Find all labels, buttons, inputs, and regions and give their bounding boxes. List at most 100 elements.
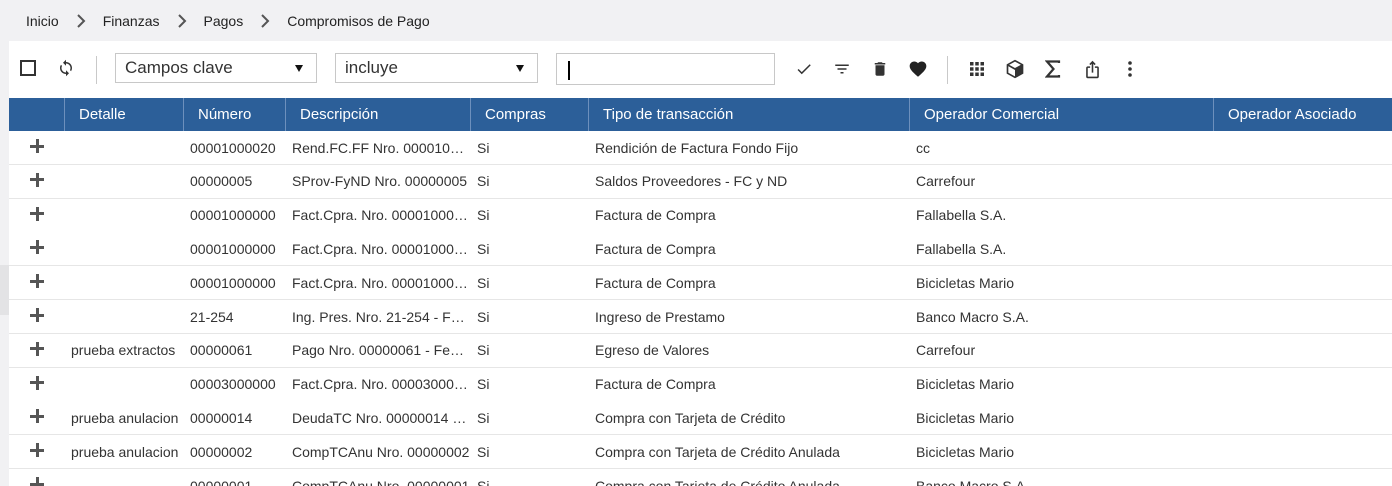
expand-plus-icon[interactable]: [30, 308, 44, 322]
column-header-detalle[interactable]: Detalle: [64, 98, 183, 131]
expand-plus-icon[interactable]: [30, 172, 44, 187]
cell-tipo: Compra con Tarjeta de Crédito: [588, 401, 909, 434]
dropdown-arrow-icon: [295, 65, 303, 72]
cell-operador-asociado: [1213, 266, 1392, 299]
breadcrumb-pagos[interactable]: Pagos: [204, 13, 244, 29]
operator-select-value: incluye: [345, 58, 398, 77]
check-icon[interactable]: [794, 59, 814, 79]
breadcrumb: Inicio Finanzas Pagos Compromisos de Pag…: [26, 0, 430, 42]
cell-descripcion: Fact.Cpra. Nro. 00001000000: [285, 232, 470, 265]
cell-operador-comercial: Carrefour: [909, 165, 1213, 198]
breadcrumb-finanzas[interactable]: Finanzas: [103, 13, 160, 29]
cell-operador-comercial: Bicicletas Mario: [909, 401, 1213, 434]
cell-tipo-text: Factura de Compra: [595, 240, 716, 257]
cell-descripcion: CompTCAnu Nro. 00000002: [285, 435, 470, 468]
share-icon[interactable]: [1081, 58, 1103, 80]
breadcrumb-inicio[interactable]: Inicio: [26, 13, 59, 29]
cell-detalle: prueba anulacion: [64, 401, 183, 434]
cell-tipo: Factura de Compra: [588, 232, 909, 265]
operator-select[interactable]: incluye: [335, 53, 538, 83]
table-row[interactable]: 00001000000 Fact.Cpra. Nro. 00001000000 Si…: [9, 198, 1392, 233]
column-header-descripcion[interactable]: Descripción: [285, 98, 470, 131]
cell-descripcion: Ing. Pres. Nro. 21-254 - Fecha: [285, 300, 470, 333]
cell-tipo: Compra con Tarjeta de Crédito Anulada: [588, 469, 909, 486]
sigma-icon[interactable]: [1043, 58, 1063, 80]
expand-plus-icon[interactable]: [30, 206, 44, 221]
column-header-operador-asociado[interactable]: Operador Asociado: [1213, 98, 1392, 131]
cell-descripcion-text: Rend.FC.FF Nro. 0000100002: [292, 139, 470, 156]
cell-tipo-text: Egreso de Valores: [595, 342, 710, 359]
cell-operador-comercial-text: Bicicletas Mario: [916, 376, 1015, 393]
cell-tipo: Saldos Proveedores - FC y ND: [588, 165, 909, 198]
cell-numero-text: 00001000000: [190, 240, 276, 257]
more-vertical-icon[interactable]: [1120, 58, 1140, 80]
cell-operador-comercial-text: Carrefour: [916, 173, 976, 190]
cell-numero: 00000014: [183, 401, 285, 434]
cell-operador-asociado: [1213, 469, 1392, 486]
cell-compras: Si: [470, 131, 588, 164]
table-row[interactable]: 00001000020 Rend.FC.FF Nro. 0000100002 Si R…: [9, 131, 1392, 165]
table-row[interactable]: prueba anulacion 00000002 CompTCAnu Nro. 0…: [9, 435, 1392, 470]
refresh-icon[interactable]: [56, 58, 76, 78]
checkbox-icon[interactable]: [19, 59, 37, 77]
cell-operador-comercial-text: cc: [916, 139, 930, 156]
table-row[interactable]: 00001000000 Fact.Cpra. Nro. 00001000000 Si…: [9, 232, 1392, 267]
table-row[interactable]: prueba anulacion 00000014 DeudaTC Nro. 000…: [9, 401, 1392, 436]
table-row[interactable]: 00001000000 Fact.Cpra. Nro. 00001000000 Si…: [9, 266, 1392, 301]
filter-icon[interactable]: [832, 59, 852, 79]
column-header-compras[interactable]: Compras: [470, 98, 588, 131]
cell-tipo-text: Rendición de Factura Fondo Fijo: [595, 139, 799, 156]
cell-compras-text: Si: [477, 274, 490, 291]
cell-numero: 21-254: [183, 300, 285, 333]
table-row[interactable]: 00000005 SProv-FyND Nro. 00000005 Si Saldos…: [9, 164, 1392, 199]
expand-plus-icon[interactable]: [30, 409, 44, 424]
expand-plus-icon[interactable]: [30, 443, 44, 458]
table-row[interactable]: 00003000000 Fact.Cpra. Nro. 00003000000 Si…: [9, 367, 1392, 402]
cell-compras-text: Si: [477, 173, 490, 190]
toolbar: Campos clave incluye: [9, 41, 1392, 98]
table-row[interactable]: 00000001 CompTCAnu Nro. 00000001 Si Compra …: [9, 469, 1392, 486]
cube-icon[interactable]: [1004, 58, 1026, 80]
cell-detalle: [64, 199, 183, 232]
cell-descripcion: DeudaTC Nro. 00000014 - Fecha: [285, 401, 470, 434]
field-select[interactable]: Campos clave: [115, 53, 317, 83]
cell-detalle: [64, 469, 183, 486]
column-header-tipo[interactable]: Tipo de transacción: [588, 98, 909, 131]
cell-operador-comercial: Fallabella S.A.: [909, 199, 1213, 232]
cell-numero-text: 00001000000: [190, 207, 276, 224]
expand-plus-icon[interactable]: [30, 375, 44, 390]
cell-tipo-text: Factura de Compra: [595, 207, 716, 224]
cell-descripcion-text: Fact.Cpra. Nro. 00001000000: [292, 274, 470, 291]
cell-numero-text: 00000061: [190, 342, 253, 359]
cell-operador-asociado: [1213, 165, 1392, 198]
cell-operador-comercial-text: Banco Macro S.A.: [916, 477, 1029, 486]
cell-numero-text: 00000005: [190, 173, 253, 190]
cell-numero-text: 00000002: [190, 443, 253, 460]
column-header-operador-comercial[interactable]: Operador Comercial: [909, 98, 1213, 131]
cell-operador-comercial-text: Bicicletas Mario: [916, 443, 1015, 460]
expand-plus-icon[interactable]: [30, 477, 44, 486]
table-row[interactable]: 21-254 Ing. Pres. Nro. 21-254 - Fecha Si In…: [9, 300, 1392, 334]
grid-icon[interactable]: [967, 59, 987, 79]
cell-numero: 00000061: [183, 334, 285, 367]
cell-tipo: Egreso de Valores: [588, 334, 909, 367]
table-row[interactable]: prueba extractos 00000061 Pago Nro. 000000…: [9, 333, 1392, 368]
expand-plus-icon[interactable]: [30, 274, 44, 289]
cell-descripcion-text: DeudaTC Nro. 00000014 - Fecha: [292, 409, 470, 426]
column-header-numero[interactable]: Número: [183, 98, 285, 131]
expand-plus-icon[interactable]: [30, 341, 44, 356]
expand-plus-icon[interactable]: [30, 139, 44, 153]
toolbar-divider: [947, 56, 948, 84]
trash-icon[interactable]: [870, 59, 890, 79]
cell-compras-text: Si: [477, 342, 490, 359]
cell-operador-comercial-text: Bicicletas Mario: [916, 409, 1015, 426]
cell-descripcion-text: Fact.Cpra. Nro. 00001000000: [292, 207, 470, 224]
search-input[interactable]: [556, 53, 775, 85]
table-header: Detalle Número Descripción Compras Tipo …: [9, 98, 1392, 131]
heart-icon[interactable]: [907, 58, 929, 80]
expand-plus-icon[interactable]: [30, 240, 44, 255]
cell-compras-text: Si: [477, 443, 490, 460]
cell-operador-comercial: cc: [909, 131, 1213, 164]
cell-detalle: [64, 165, 183, 198]
cell-numero-text: 00001000020: [190, 139, 276, 156]
